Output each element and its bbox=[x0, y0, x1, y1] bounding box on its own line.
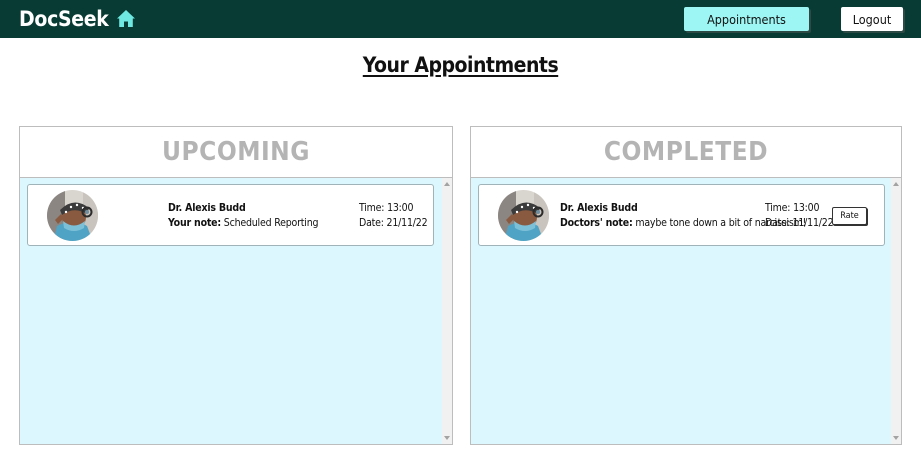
navbar: DocSeek Appointments Logout bbox=[0, 0, 921, 38]
brand-logo[interactable]: DocSeek bbox=[19, 5, 136, 33]
note-text: Scheduled Reporting bbox=[223, 217, 319, 229]
upcoming-panel: UPCOMING Dr. Alexis Budd Your note: Sche… bbox=[19, 126, 453, 445]
brand-name: DocSeek bbox=[19, 7, 109, 31]
completed-panel: COMPLETED Dr. Alexis Budd Doctors' note:… bbox=[470, 126, 902, 445]
appointment-time: Time: 13:00 bbox=[359, 202, 414, 214]
appointment-card[interactable]: Dr. Alexis Budd Your note: Scheduled Rep… bbox=[27, 184, 434, 246]
rate-button[interactable]: Rate bbox=[832, 207, 867, 225]
scroll-up-icon[interactable] bbox=[893, 182, 899, 186]
home-icon[interactable] bbox=[116, 9, 136, 29]
upcoming-header: UPCOMING bbox=[20, 127, 452, 178]
doctor-name: Dr. Alexis Budd bbox=[560, 202, 638, 214]
scroll-down-icon[interactable] bbox=[444, 436, 450, 440]
note-line: Your note: Scheduled Reporting bbox=[168, 217, 318, 229]
page-title: Your Appointments bbox=[362, 53, 559, 77]
scrollbar[interactable] bbox=[442, 178, 452, 444]
note-label: Doctors' note: bbox=[560, 217, 633, 229]
upcoming-title: UPCOMING bbox=[162, 137, 310, 167]
appointment-date: Date: 11/11/22 bbox=[765, 217, 834, 229]
scrollbar[interactable] bbox=[891, 178, 901, 444]
appointment-card[interactable]: Dr. Alexis Budd Doctors' note: maybe ton… bbox=[478, 184, 885, 246]
appointments-button[interactable]: Appointments bbox=[684, 7, 809, 31]
scroll-down-icon[interactable] bbox=[893, 436, 899, 440]
avatar bbox=[498, 190, 549, 241]
scroll-up-icon[interactable] bbox=[444, 182, 450, 186]
avatar bbox=[47, 190, 98, 241]
appointment-date: Date: 21/11/22 bbox=[359, 217, 428, 229]
upcoming-list[interactable]: Dr. Alexis Budd Your note: Scheduled Rep… bbox=[20, 178, 452, 444]
completed-header: COMPLETED bbox=[471, 127, 901, 178]
logout-button[interactable]: Logout bbox=[841, 7, 903, 31]
doctor-name: Dr. Alexis Budd bbox=[168, 202, 246, 214]
completed-list[interactable]: Dr. Alexis Budd Doctors' note: maybe ton… bbox=[471, 178, 901, 444]
note-label: Your note: bbox=[168, 217, 221, 229]
completed-title: COMPLETED bbox=[603, 137, 769, 167]
appointment-time: Time: 13:00 bbox=[765, 202, 820, 214]
